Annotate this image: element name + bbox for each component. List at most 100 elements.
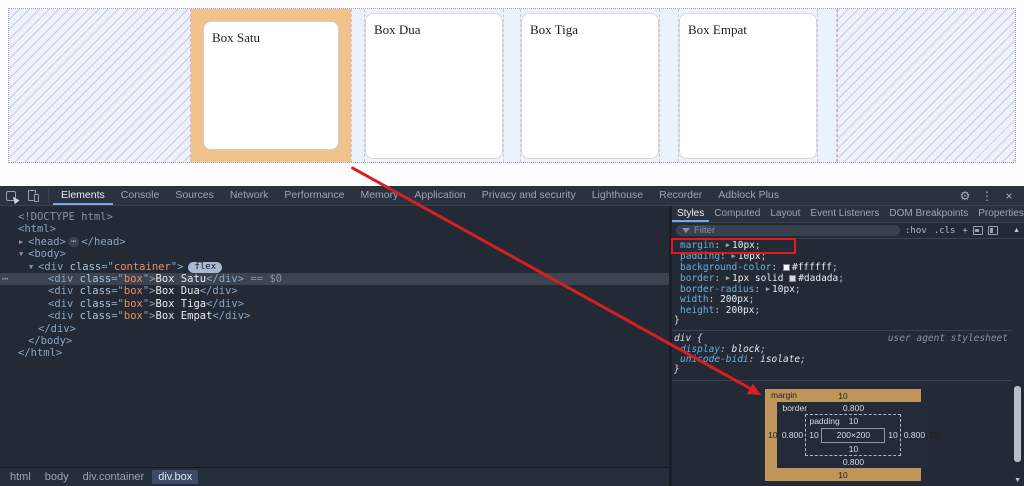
styles-tab-event-listeners[interactable]: Event Listeners [805, 206, 884, 222]
code-token: box [124, 273, 143, 285]
padding-bottom-value: 10 [849, 444, 858, 454]
tab-sources[interactable]: Sources [167, 186, 222, 205]
styles-tab-bar: StylesComputedLayoutEvent ListenersDOM B… [672, 206, 1024, 223]
code-token: box [124, 310, 143, 322]
tab-console[interactable]: Console [113, 186, 168, 205]
flex-container-overlay: Box Satu Box Dua Box Tiga Box Empat [8, 8, 1016, 163]
devtools-tab-bar: ElementsConsoleSourcesNetworkPerformance… [53, 186, 787, 205]
flex-gap [817, 9, 837, 162]
code-token: </div> [206, 298, 244, 310]
code-token: =" [111, 310, 124, 322]
tab-privacy-and-security[interactable]: Privacy and security [474, 186, 584, 205]
toggle--hov[interactable]: :hov [905, 226, 927, 236]
styles-tab-computed[interactable]: Computed [709, 206, 765, 222]
border-top-value: 0.800 [843, 403, 864, 413]
code-token: =" [111, 298, 124, 310]
flex-free-space-hatch-right [837, 9, 1015, 162]
toolbar-right-icons: ⚙ ⋮ × [956, 189, 1024, 203]
code-token: <body> [28, 248, 66, 260]
code-token: <div [48, 310, 73, 322]
flex-gap [351, 9, 365, 162]
expand-icon[interactable]: ▶ [19, 236, 28, 248]
page-box-satu: Box Satu [203, 21, 339, 150]
scrollbar-up-icon[interactable]: ▲ [1013, 227, 1020, 234]
filter-input[interactable]: Filter [676, 225, 900, 236]
margin-label: margin [771, 390, 797, 400]
breadcrumb-item-div-box[interactable]: div.box [152, 470, 198, 484]
flex-badge[interactable]: flex [188, 262, 222, 273]
dom-tree-row[interactable]: <html> [0, 223, 669, 235]
dom-tree-row[interactable]: ▼<body> [0, 248, 669, 260]
css-property-height[interactable]: height: 200px; [672, 306, 1012, 316]
dom-tree-row[interactable]: <div class="box">Box Dua</div> [0, 285, 669, 297]
dom-tree-row[interactable]: ⋯<div class="box">Box Satu</div> == $0 [0, 273, 669, 285]
tab-performance[interactable]: Performance [276, 186, 352, 205]
code-token: <div [48, 298, 73, 310]
margin-bottom-value: 10 [838, 470, 847, 480]
margin-right-value: 10 [929, 402, 938, 468]
tab-memory[interactable]: Memory [352, 186, 406, 205]
css-rules-list: margin: ▶10px;padding: ▶10px;background-… [672, 240, 1012, 384]
code-token: </html> [18, 347, 62, 359]
dom-tree-row[interactable]: </body> [0, 335, 669, 347]
padding-top-value: 10 [849, 416, 858, 426]
breadcrumb-item-div-container[interactable]: div.container [77, 470, 151, 484]
breadcrumb-item-body[interactable]: body [39, 470, 75, 484]
code-token: =" [111, 285, 124, 297]
rendering-emulation-icon[interactable] [973, 226, 983, 235]
code-token: Box Tiga [156, 298, 207, 310]
styles-tab-styles[interactable]: Styles [672, 206, 709, 222]
dom-tree-row[interactable]: </div> [0, 323, 669, 335]
code-token: == $0 [244, 273, 282, 285]
kebab-menu-icon[interactable]: ⋮ [978, 189, 996, 203]
dom-tree-row[interactable]: <!DOCTYPE html> [0, 211, 669, 223]
toggle--[interactable]: + [962, 226, 967, 236]
dom-tree: <!DOCTYPE html><html>▶<head>⋯</head>▼<bo… [0, 206, 669, 467]
scrollbar-down-icon[interactable]: ▼ [1014, 477, 1021, 484]
box-model-margin-top: margin 10 [768, 389, 918, 402]
close-icon[interactable]: × [1000, 189, 1018, 203]
code-token: </div> [206, 273, 244, 285]
device-toolbar-icon[interactable] [22, 186, 44, 206]
computed-sidebar-icon[interactable] [988, 226, 998, 235]
styles-filter-row: Filter :hov .cls + ▲ [672, 223, 1024, 239]
box-model-diagram[interactable]: margin 10 10 border 0.800 0.800 [765, 389, 921, 481]
inspect-element-icon[interactable] [0, 186, 22, 206]
toolbar-divider [48, 189, 49, 202]
css-property-background-color[interactable]: background-color: #ffffff; [672, 263, 1012, 273]
box-model-padding-layer: padding 10 10 200×200 10 [805, 414, 901, 456]
tab-elements[interactable]: Elements [53, 186, 113, 205]
collapse-icon[interactable]: ▼ [29, 261, 38, 273]
breadcrumb-item-html[interactable]: html [4, 470, 37, 484]
dom-tree-row[interactable]: ▼<div class="container">flex [0, 261, 669, 273]
expand-value-icon[interactable]: ▶ [726, 274, 730, 282]
tab-network[interactable]: Network [222, 186, 277, 205]
flex-gap [503, 9, 521, 162]
dom-tree-row[interactable]: ▶<head>⋯</head> [0, 236, 669, 248]
color-swatch[interactable] [783, 264, 790, 271]
code-token: box [124, 285, 143, 297]
tab-application[interactable]: Application [406, 186, 473, 205]
code-token: class [63, 261, 101, 273]
styles-tab-properties[interactable]: Properties [973, 206, 1024, 222]
settings-gear-icon[interactable]: ⚙ [956, 189, 974, 203]
dom-tree-row[interactable]: <div class="box">Box Tiga</div> [0, 298, 669, 310]
tab-adblock-plus[interactable]: Adblock Plus [710, 186, 787, 205]
dom-tree-row[interactable]: </html> [0, 347, 669, 359]
css-property-border[interactable]: border: ▶1px solid #dadada; [672, 273, 1012, 284]
styles-tab-dom-breakpoints[interactable]: DOM Breakpoints [884, 206, 973, 222]
css-property-unicode-bidi[interactable]: unicode-bidi: isolate; [672, 355, 1012, 365]
expand-value-icon[interactable]: ▶ [766, 285, 770, 293]
tree-gutter-mark: ⋯ [2, 273, 8, 285]
code-token: <!DOCTYPE html> [18, 211, 113, 223]
tab-lighthouse[interactable]: Lighthouse [584, 186, 651, 205]
dom-tree-row[interactable]: <div class="box">Box Empat</div> [0, 310, 669, 322]
toggle--cls[interactable]: .cls [934, 226, 956, 236]
styles-tab-layout[interactable]: Layout [765, 206, 805, 222]
tab-recorder[interactable]: Recorder [651, 186, 710, 205]
box-model-border-layer: border 0.800 0.800 padding 10 [777, 402, 929, 468]
color-swatch[interactable] [789, 275, 796, 282]
scrollbar-thumb[interactable] [1014, 386, 1021, 462]
flex-gap [659, 9, 679, 162]
collapse-icon[interactable]: ▼ [19, 248, 28, 260]
